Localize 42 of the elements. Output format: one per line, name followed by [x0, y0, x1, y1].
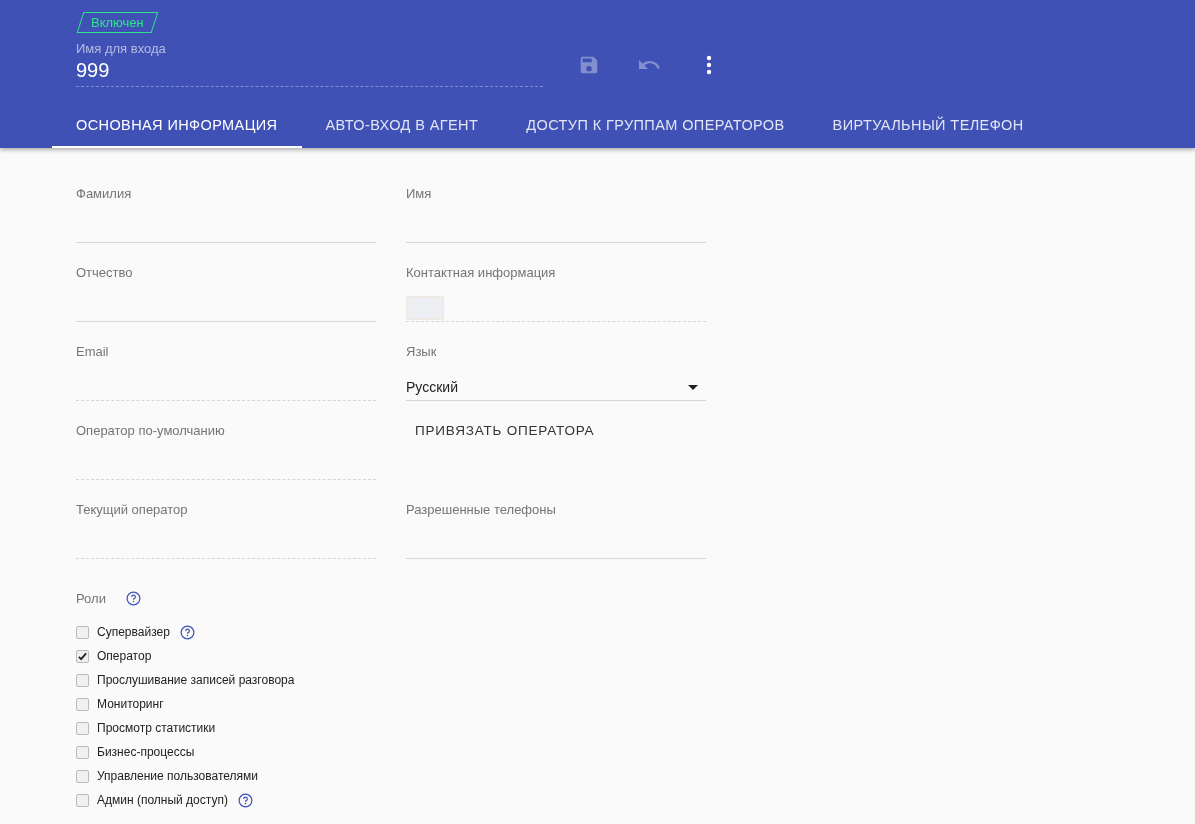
checkbox-label: Прослушивание записей разговора: [97, 673, 295, 687]
help-icon[interactable]: [125, 591, 141, 606]
tab[interactable]: ДОСТУП К ГРУППАМ ОПЕРАТОРОВ: [502, 108, 809, 148]
checkbox[interactable]: [76, 625, 89, 639]
checkbox-label: Оператор: [97, 649, 152, 663]
checkbox[interactable]: [76, 745, 89, 759]
field-label: Фамилия: [76, 186, 133, 201]
field-label: Язык: [406, 344, 438, 359]
dropdown-caret-icon: [688, 384, 698, 390]
status-badge: Включен: [76, 12, 159, 33]
roles-label: Роли: [76, 591, 106, 606]
checkbox[interactable]: [76, 673, 89, 687]
language-select[interactable]: Русский: [406, 374, 706, 401]
tab[interactable]: ВИРТУАЛЬНЫЙ ТЕЛЕФОН: [808, 108, 1048, 148]
field-label: Разрешенные телефоны: [406, 502, 557, 517]
checkbox-label: Мониторинг: [97, 697, 164, 711]
field-label: Оператор по-умолчанию: [76, 423, 226, 438]
checkbox-label: Админ (полный доступ): [97, 793, 228, 807]
contact-chip[interactable]: [406, 296, 444, 320]
field-label: Email: [76, 344, 110, 359]
tab[interactable]: ОСНОВНАЯ ИНФОРМАЦИЯ: [52, 108, 302, 148]
checkbox-label: Супервайзер: [97, 625, 170, 639]
save-icon: [578, 54, 600, 76]
checkbox[interactable]: [76, 697, 89, 711]
help-icon[interactable]: [237, 792, 253, 808]
more-icon: [706, 55, 712, 75]
field-label: Текущий оператор: [76, 502, 189, 517]
tab[interactable]: АВТО-ВХОД В АГЕНТ: [301, 108, 503, 148]
checkbox[interactable]: [76, 721, 89, 735]
help-icon[interactable]: [179, 624, 195, 640]
checkbox-label: Просмотр статистики: [97, 721, 216, 735]
field-label: Контактная информация: [406, 265, 557, 280]
bind-operator-button[interactable]: ПРИВЯЗАТЬ ОПЕРАТОРА: [406, 415, 604, 446]
checkbox[interactable]: [76, 769, 89, 783]
checkbox-label: Бизнес-процессы: [97, 745, 195, 759]
field-label: Имя: [406, 186, 433, 201]
input-field[interactable]: [406, 295, 706, 322]
field-label: Отчество: [76, 265, 134, 280]
checkbox[interactable]: [76, 793, 89, 807]
login-field[interactable]: Имя для входа 999: [76, 41, 543, 87]
checkbox-label: Управление пользователями: [97, 769, 258, 783]
checkbox[interactable]: [76, 649, 89, 663]
